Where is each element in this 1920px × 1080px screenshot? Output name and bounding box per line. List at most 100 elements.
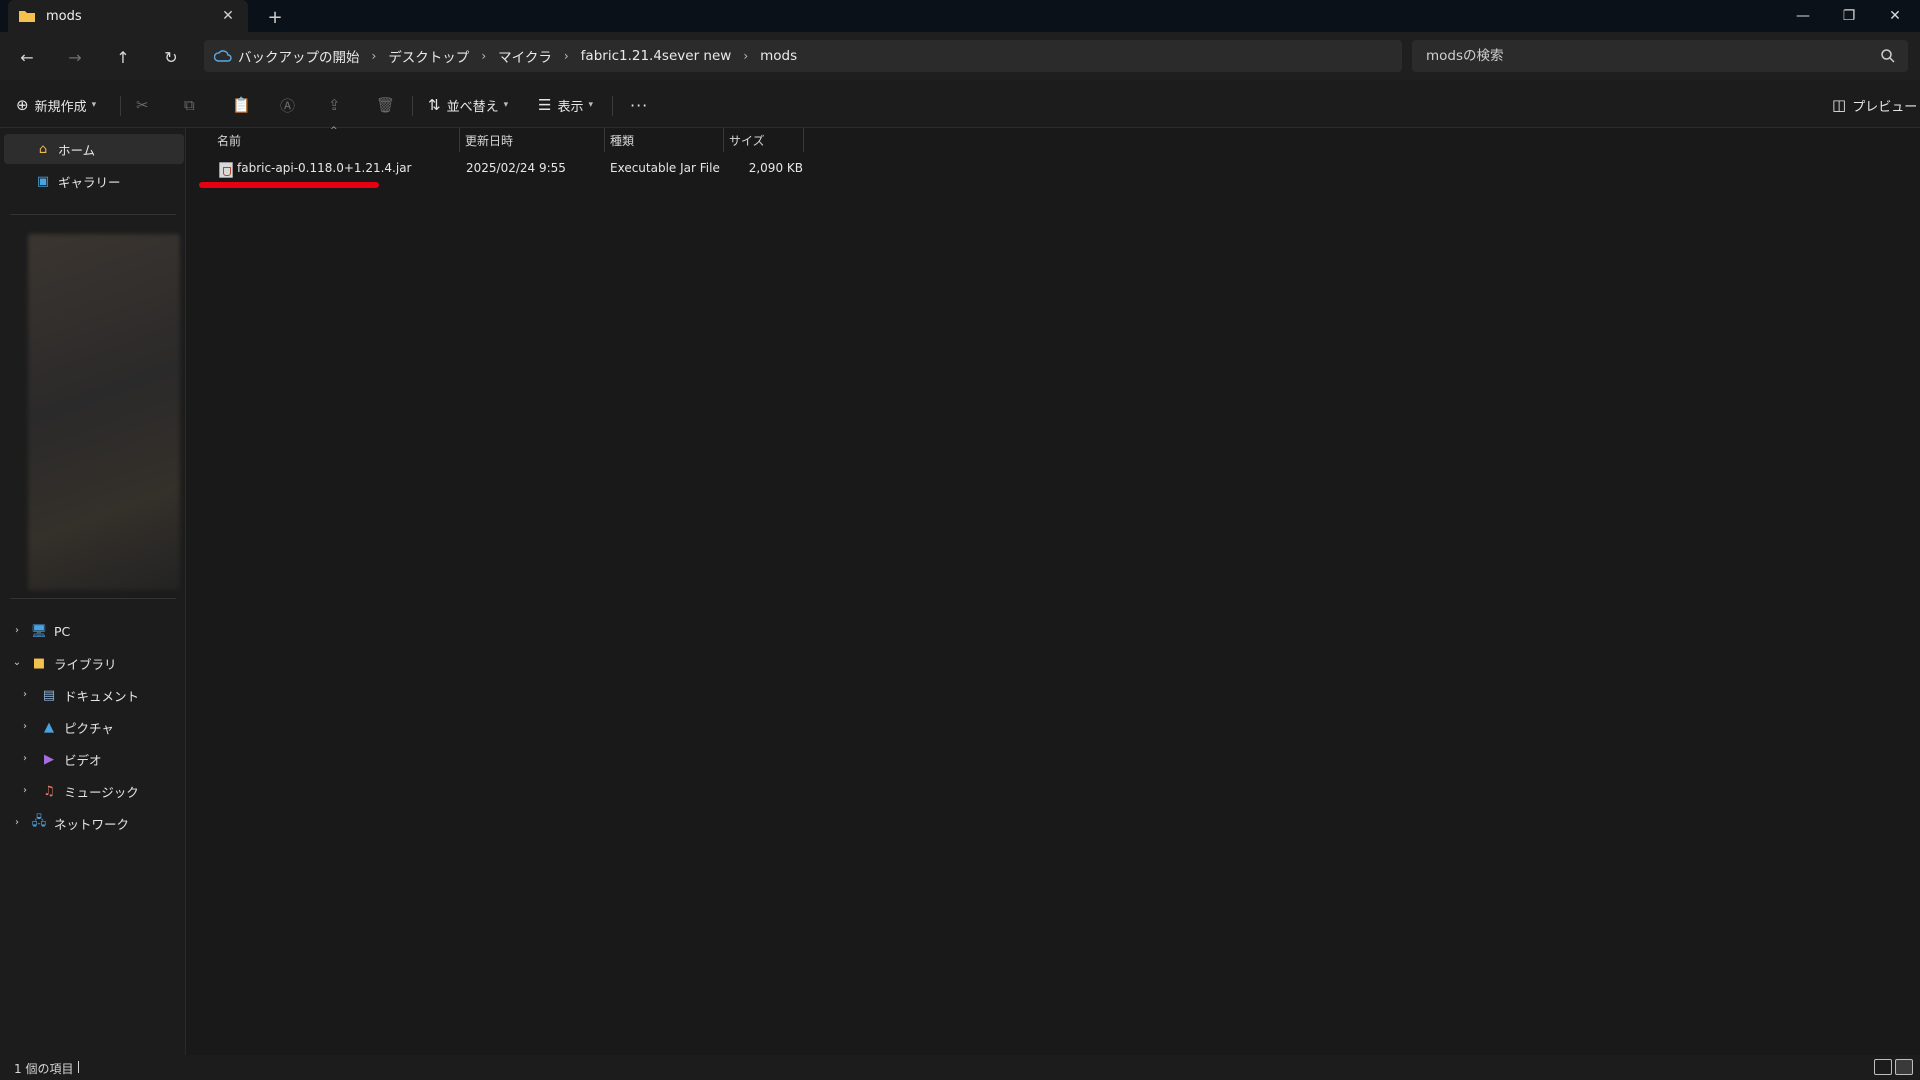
breadcrumb-item[interactable]: マイクラ xyxy=(492,46,558,66)
delete-button[interactable]: 🗑 xyxy=(376,90,401,120)
column-header-modified[interactable]: 更新日時 xyxy=(459,128,605,152)
address-row: ← → ↑ ↻ バックアップの開始 › デスクトップ › マイクラ › fabr… xyxy=(0,32,1920,80)
column-header-name[interactable]: 名前 xyxy=(211,128,461,152)
command-bar: ⊕ 新規作成 ▾ ✂ ⧉ 📋 Ⓐ ⇪ 🗑 ⇅ 並べ替え ▾ ☰ 表示 ▾ ···… xyxy=(0,80,1920,128)
tab-title: mods xyxy=(46,8,82,24)
preview-button-label: プレビュー xyxy=(1852,99,1918,115)
status-divider xyxy=(78,1061,79,1073)
refresh-button[interactable]: ↻ xyxy=(156,42,186,72)
chevron-right-icon[interactable]: › xyxy=(10,623,24,637)
file-name: fabric-api-0.118.0+1.21.4.jar xyxy=(237,161,412,175)
breadcrumb-item[interactable]: mods xyxy=(754,48,803,64)
view-button[interactable]: ☰ 表示 ▾ xyxy=(538,90,593,120)
toolbar-divider xyxy=(612,96,613,116)
sort-button[interactable]: ⇅ 並べ替え ▾ xyxy=(428,90,508,120)
sort-arrows-icon: ⇅ xyxy=(428,96,441,114)
column-divider[interactable] xyxy=(803,128,804,152)
sidebar-item-label: PC xyxy=(54,623,71,639)
red-highlight-underline xyxy=(199,182,379,188)
sidebar-item-label: ライブラリ xyxy=(54,656,117,672)
chevron-down-icon: ▾ xyxy=(91,100,97,110)
scissors-icon: ✂ xyxy=(136,96,149,114)
column-header-type[interactable]: 種類 xyxy=(604,128,724,152)
breadcrumb-item[interactable]: バックアップの開始 xyxy=(232,46,366,66)
restore-button[interactable]: ❐ xyxy=(1826,0,1872,32)
documents-icon: ▤ xyxy=(42,687,56,703)
sidebar-item-pc[interactable]: 🖥 PC xyxy=(30,616,180,646)
clipboard-icon: 📋 xyxy=(232,96,251,114)
forward-button[interactable]: → xyxy=(60,42,90,72)
search-input[interactable] xyxy=(1412,40,1908,72)
share-icon: ⇪ xyxy=(328,96,341,114)
chevron-right-icon[interactable]: › xyxy=(18,751,32,765)
sidebar-item-label: ネットワーク xyxy=(54,816,130,832)
file-row[interactable]: fabric-api-0.118.0+1.21.4.jar 2025/02/24… xyxy=(199,158,989,180)
preview-button[interactable]: ◫ プレビュー xyxy=(1832,90,1917,120)
item-count: 1 個の項目 xyxy=(14,1062,74,1076)
chevron-right-icon: › xyxy=(743,49,749,63)
file-size: 2,090 KB xyxy=(748,161,803,175)
paste-button[interactable]: 📋 xyxy=(232,90,257,120)
rename-icon: Ⓐ xyxy=(280,96,296,115)
sidebar-item-music[interactable]: ♫ ミュージック xyxy=(40,776,180,806)
chevron-right-icon[interactable]: › xyxy=(10,815,24,829)
rename-button[interactable]: Ⓐ xyxy=(280,90,301,120)
copy-icon: ⧉ xyxy=(184,96,195,114)
new-button[interactable]: ⊕ 新規作成 ▾ xyxy=(16,90,96,120)
sidebar-item-label: ピクチャ xyxy=(64,720,114,736)
sidebar-item-gallery[interactable]: ▣ ギャラリー xyxy=(4,166,184,196)
close-window-button[interactable]: ✕ xyxy=(1872,0,1918,32)
title-bar: mods ✕ + — ❐ ✕ xyxy=(0,0,1920,32)
navigation-pane: ⌂ ホーム ▣ ギャラリー › 🖥 PC ⌄ ■ ライブラリ › ▤ ドキュメン… xyxy=(0,128,186,1055)
jar-file-icon xyxy=(219,162,233,178)
chevron-right-icon[interactable]: › xyxy=(18,687,32,701)
music-icon: ♫ xyxy=(43,783,55,799)
share-button[interactable]: ⇪ xyxy=(328,90,347,120)
sidebar-item-label: ホーム xyxy=(58,142,96,158)
sidebar-item-network[interactable]: 🖧 ネットワーク xyxy=(30,808,180,838)
back-button[interactable]: ← xyxy=(12,42,42,72)
network-icon: 🖧 xyxy=(31,814,47,829)
tab-mods[interactable]: mods ✕ xyxy=(8,0,248,32)
gallery-icon: ▣ xyxy=(36,173,50,189)
file-type: Executable Jar File xyxy=(610,161,720,175)
chevron-right-icon[interactable]: › xyxy=(18,783,32,797)
minimize-button[interactable]: — xyxy=(1780,0,1826,32)
column-header-size[interactable]: サイズ xyxy=(723,128,803,152)
sidebar-item-documents[interactable]: ▤ ドキュメント xyxy=(40,680,180,710)
breadcrumb[interactable]: バックアップの開始 › デスクトップ › マイクラ › fabric1.21.4… xyxy=(204,40,1402,72)
tab-close-icon[interactable]: ✕ xyxy=(218,6,238,26)
toolbar-divider xyxy=(412,96,413,116)
sidebar-item-label: ドキュメント xyxy=(64,688,140,704)
chevron-down-icon: ▾ xyxy=(588,100,593,110)
preview-pane-icon: ◫ xyxy=(1832,96,1847,114)
details-view-icon[interactable] xyxy=(1874,1059,1892,1075)
cut-button[interactable]: ✂ xyxy=(136,90,155,120)
videos-icon: ▶ xyxy=(44,751,54,767)
sidebar-divider xyxy=(10,214,176,215)
onedrive-backup-icon xyxy=(214,50,232,62)
sidebar-item-videos[interactable]: ▶ ビデオ xyxy=(40,744,180,774)
chevron-down-icon[interactable]: ⌄ xyxy=(10,655,24,669)
up-button[interactable]: ↑ xyxy=(108,42,138,72)
plus-circle-icon: ⊕ xyxy=(16,96,29,114)
large-icons-view-icon[interactable] xyxy=(1895,1059,1913,1075)
more-options-button[interactable]: ··· xyxy=(630,90,648,120)
sidebar-item-library[interactable]: ■ ライブラリ xyxy=(30,648,180,678)
sidebar-item-home[interactable]: ⌂ ホーム xyxy=(4,134,184,164)
sidebar-item-label: ギャラリー xyxy=(58,174,121,190)
chevron-right-icon[interactable]: › xyxy=(18,719,32,733)
file-modified: 2025/02/24 9:55 xyxy=(466,161,566,175)
sidebar-item-pictures[interactable]: ▲ ピクチャ xyxy=(40,712,180,742)
search-icon[interactable] xyxy=(1880,48,1896,64)
new-tab-button[interactable]: + xyxy=(262,4,288,30)
copy-button[interactable]: ⧉ xyxy=(184,90,201,120)
sort-button-label: 並べ替え xyxy=(446,99,499,115)
home-icon: ⌂ xyxy=(38,141,48,157)
view-button-label: 表示 xyxy=(557,99,584,115)
breadcrumb-item[interactable]: fabric1.21.4sever new xyxy=(575,48,738,64)
breadcrumb-item[interactable]: デスクトップ xyxy=(382,46,475,66)
chevron-down-icon: ▾ xyxy=(503,100,509,110)
sidebar-item-label: ビデオ xyxy=(64,752,102,768)
toolbar-divider xyxy=(120,96,121,116)
